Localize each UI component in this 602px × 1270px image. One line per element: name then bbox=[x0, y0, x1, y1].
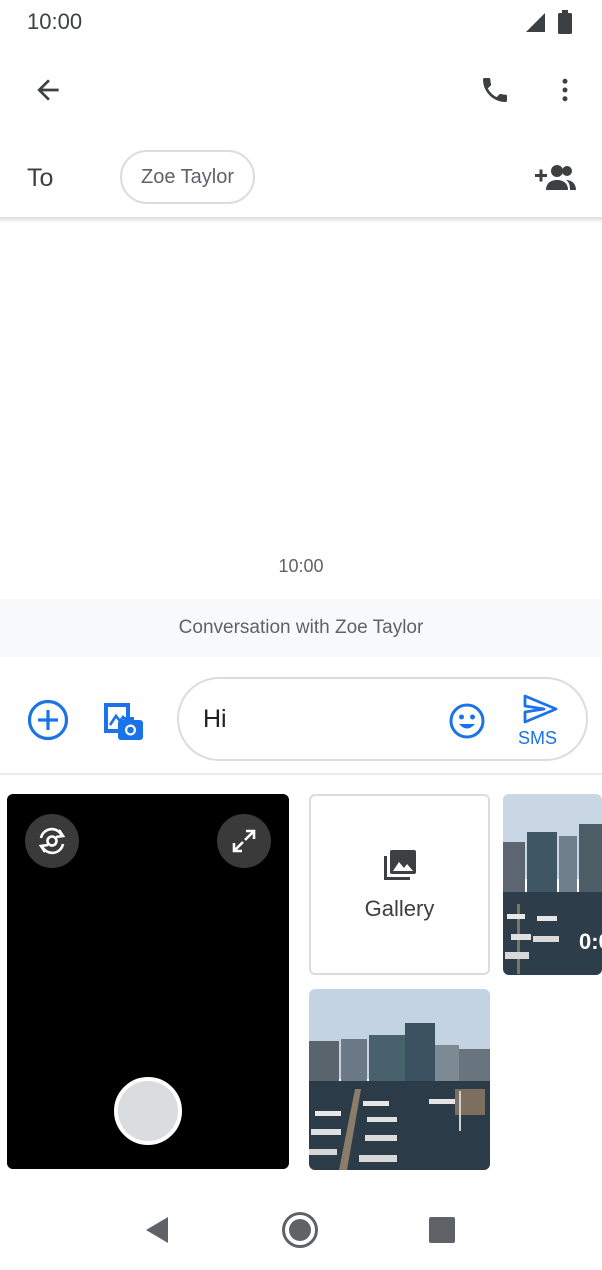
add-attachment-button[interactable] bbox=[24, 696, 72, 744]
gallery-icon bbox=[383, 849, 416, 880]
shutter-button[interactable] bbox=[114, 1077, 182, 1145]
app-bar bbox=[0, 46, 602, 138]
switch-camera-button[interactable] bbox=[25, 814, 79, 868]
camera-preview[interactable] bbox=[7, 794, 289, 1169]
send-icon bbox=[523, 694, 558, 724]
camera-gallery-icon bbox=[104, 703, 143, 740]
nav-back-icon bbox=[146, 1217, 168, 1243]
emoji-icon bbox=[449, 703, 485, 739]
compose-divider bbox=[0, 773, 602, 775]
recipient-row: To Zoe Taylor bbox=[0, 138, 602, 218]
more-options-button[interactable] bbox=[541, 66, 589, 114]
status-time: 10:00 bbox=[27, 9, 83, 34]
recipient-chip[interactable]: Zoe Taylor bbox=[120, 150, 256, 204]
add-people-button[interactable] bbox=[530, 156, 580, 200]
signal-icon bbox=[526, 13, 545, 32]
camera-gallery-button[interactable] bbox=[98, 697, 146, 745]
switch-camera-icon bbox=[38, 827, 66, 855]
conversation-banner: Conversation with Zoe Taylor bbox=[0, 599, 602, 657]
gallery-label: Gallery bbox=[364, 895, 435, 921]
add-people-icon bbox=[535, 165, 576, 190]
phone-icon bbox=[483, 78, 507, 102]
nav-recents-button[interactable] bbox=[420, 1208, 464, 1252]
message-text: Hi bbox=[203, 705, 227, 733]
to-label: To bbox=[27, 164, 54, 192]
video-duration: 0:0 bbox=[579, 929, 602, 954]
compose-bar: Hi SMS bbox=[0, 657, 602, 775]
emoji-button[interactable] bbox=[445, 699, 489, 743]
harbor-photo-image bbox=[309, 989, 490, 1170]
back-button[interactable] bbox=[24, 66, 72, 114]
header-divider bbox=[0, 217, 602, 223]
photo-thumbnail[interactable] bbox=[309, 989, 490, 1170]
fullscreen-button[interactable] bbox=[217, 814, 271, 868]
nav-recents-icon bbox=[429, 1217, 455, 1243]
message-timestamp: 10:00 bbox=[278, 556, 324, 576]
battery-icon bbox=[558, 10, 572, 34]
nav-back-button[interactable] bbox=[135, 1208, 179, 1252]
status-bar: 10:00 bbox=[0, 0, 602, 46]
navigation-bar bbox=[0, 1190, 602, 1270]
message-input[interactable]: Hi SMS bbox=[177, 677, 588, 761]
call-button[interactable] bbox=[471, 66, 519, 114]
send-button[interactable] bbox=[517, 691, 563, 727]
video-thumbnail[interactable]: 0:0 bbox=[503, 794, 602, 975]
send-mode-label: SMS bbox=[518, 728, 558, 748]
fullscreen-icon bbox=[232, 829, 256, 853]
status-icons bbox=[524, 10, 572, 34]
gallery-tile[interactable]: Gallery bbox=[309, 794, 490, 975]
nav-home-button[interactable] bbox=[278, 1208, 322, 1252]
nav-home-icon bbox=[282, 1212, 318, 1248]
add-circle-icon bbox=[27, 699, 69, 741]
back-arrow-icon bbox=[37, 79, 59, 101]
more-vert-icon bbox=[562, 78, 568, 102]
